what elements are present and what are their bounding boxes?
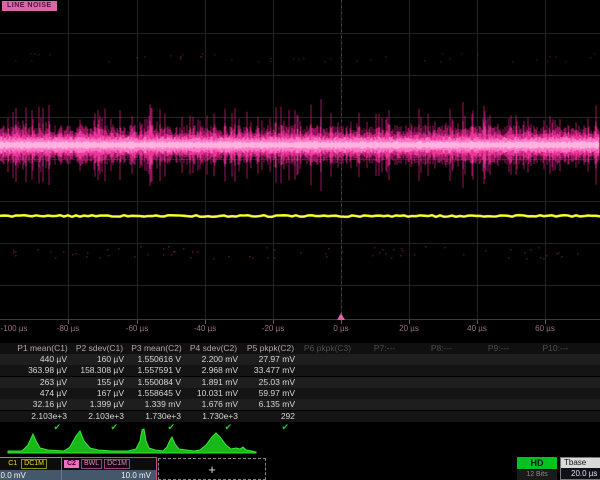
timebase-title: Tbase [561,458,600,468]
measurement-table: P1 mean(C1) P2 sdev(C1) P3 mean(C2) P4 sdev… [0,341,600,433]
timebase-value: 20.0 µs [561,468,600,479]
time-axis-label: 0 µs [333,324,348,333]
measure-header-disabled[interactable]: P9:--- [488,343,509,353]
measure-value-cell: 292 [281,411,295,421]
measure-header-cell[interactable]: P4 sdev(C2) [190,343,237,353]
table-row: 2.103e+3 2.103e+3 1.730e+3 1.730e+3 292 [0,411,600,422]
measure-value-cell: 6.135 mV [259,399,295,409]
parameter-histogram [0,424,600,460]
plus-icon: + [208,462,216,477]
measure-value-cell: 1.550084 V [138,377,181,387]
measure-value-cell: 1.730e+3 [202,411,238,421]
trace-plot-area [0,0,600,320]
c1-coupling-badge: DC1M [21,459,47,469]
time-axis: -100 µs -80 µs -60 µs -40 µs -20 µs 0 µs 20 µs… [0,319,600,335]
add-trace-button[interactable]: + [158,458,266,480]
measure-value-cell: 59.97 mV [259,388,295,398]
measure-value-cell: 363.98 µV [28,365,67,375]
measure-value-cell: 474 µV [40,388,67,398]
measure-value-cell: 25.03 mV [259,377,295,387]
measure-value-cell: 10.031 mV [197,388,238,398]
measure-value-cell: 2.968 mV [202,365,238,375]
measure-value-cell: 27.97 mV [259,354,295,364]
time-axis-label: -100 µs [1,324,28,333]
time-axis-label: -80 µs [57,324,79,333]
c2-bwl-badge: BWL [81,459,102,469]
time-axis-label: 40 µs [467,324,487,333]
measure-header-disabled[interactable]: P7:--- [374,343,395,353]
measure-header-disabled[interactable]: P6 pkpk(C3) [304,343,351,353]
c1-name-badge: C1 [6,460,19,468]
hd-mode-badge[interactable]: HD [517,457,557,469]
measure-value-cell: 2.200 mV [202,354,238,364]
measure-value-cell: 1.676 mV [202,399,238,409]
channel-c1-descriptor[interactable]: C1 DC1M 10.0 mV [0,457,62,480]
measure-header-disabled[interactable]: P10:--- [543,343,569,353]
measure-value-cell: 167 µV [97,388,124,398]
measure-value-cell: 1.550616 V [138,354,181,364]
measure-value-cell: 263 µV [40,377,67,387]
timebase-descriptor[interactable]: Tbase 20.0 µs [560,457,600,480]
table-row: 474 µV 167 µV 1.558645 V 10.031 mV 59.97 mV [0,388,600,399]
measure-value-cell: 1.557591 V [138,365,181,375]
histogram-shape [8,429,256,453]
c2-trace-label: LINE NOISE [2,1,57,11]
measure-header-cell[interactable]: P2 sdev(C1) [76,343,123,353]
c1-flat-trace[interactable] [0,215,600,217]
c1-scale-value: 10.0 mV [0,470,61,480]
measure-value-cell: 158.308 µV [80,365,124,375]
measure-value-cell: 440 µV [40,354,67,364]
measure-value-cell: 1.730e+3 [145,411,181,421]
measure-value-cell: 1.558645 V [138,388,181,398]
c2-coupling-badge: DC1M [104,459,130,469]
c2-noise-trace[interactable] [0,99,599,191]
measure-value-cell: 1.339 mV [145,399,181,409]
time-axis-label: -60 µs [126,324,148,333]
oscilloscope-screen: LINE NOISE -100 µs -80 µs -60 µs -40 µs -20 … [0,0,600,480]
trigger-time-marker[interactable] [337,313,345,320]
measure-header-cell[interactable]: P1 mean(C1) [17,343,68,353]
measure-value-cell: 160 µV [97,354,124,364]
table-row: 32.16 µV 1.399 µV 1.339 mV 1.676 mV 6.135 mV [0,399,600,410]
table-row: 263 µV 155 µV 1.550084 V 1.891 mV 25.03 mV [0,377,600,388]
measure-value-cell: 2.103e+3 [31,411,67,421]
time-axis-label: 20 µs [399,324,419,333]
hd-bits-label: 12 Bits [517,470,557,480]
time-axis-label: -20 µs [262,324,284,333]
table-row: 363.98 µV 158.308 µV 1.557591 V 2.968 mV 33.… [0,365,600,376]
measure-value-cell: 32.16 µV [33,399,67,409]
measure-value-cell: 1.399 µV [90,399,124,409]
measure-value-cell: 1.891 mV [202,377,238,387]
channel-c2-descriptor[interactable]: C2 BWL DC1M 10.0 mV [61,457,157,480]
table-row: 440 µV 160 µV 1.550616 V 2.200 mV 27.97 mV [0,354,600,365]
table-row: P1 mean(C1) P2 sdev(C1) P3 mean(C2) P4 sdev… [0,343,600,354]
measure-header-cell[interactable]: P5 pkpk(C2) [247,343,294,353]
c2-name-badge: C2 [64,460,79,468]
time-axis-label: 60 µs [535,324,555,333]
measure-header-cell[interactable]: P3 mean(C2) [131,343,182,353]
c2-scale-value: 10.0 mV [62,470,156,480]
time-axis-label: -40 µs [194,324,216,333]
measure-value-cell: 155 µV [97,377,124,387]
measure-header-disabled[interactable]: P8:--- [431,343,452,353]
measure-value-cell: 2.103e+3 [88,411,124,421]
measure-value-cell: 33.477 mV [254,365,295,375]
